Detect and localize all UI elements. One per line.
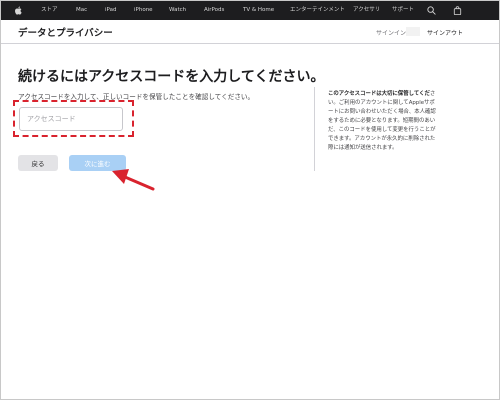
redacted-account-name [406, 27, 420, 36]
info-bold: このアクセスコードは大切に保管してくだ [328, 91, 430, 97]
nav-item-support[interactable]: サポート [392, 1, 414, 20]
sub-header: データとプライバシー サインイン: サインアウト [1, 20, 499, 44]
info-line: い。ご利用のアカウントに関してAppleサポ [328, 100, 435, 106]
access-code-info-panel: このアクセスコードは大切に保管してくださ い。ご利用のアカウントに関してAppl… [328, 90, 488, 153]
red-arrow-annotation [112, 169, 155, 191]
access-code-input[interactable] [19, 107, 123, 131]
next-button[interactable]: 次に進む [69, 155, 126, 171]
page-frame: ストア Mac iPad iPhone Watch AirPods TV & H… [0, 0, 500, 400]
global-nav: ストア Mac iPad iPhone Watch AirPods TV & H… [1, 1, 499, 20]
column-divider [314, 87, 315, 171]
nav-item-iphone[interactable]: iPhone [134, 1, 153, 20]
nav-item-tv-home[interactable]: TV & Home [243, 1, 274, 20]
nav-item-entertainment[interactable]: エンターテインメント [290, 1, 345, 20]
signout-link[interactable]: サインアウト [427, 28, 463, 37]
info-line: 際には通知が送信されます。 [328, 145, 398, 151]
page-section-title: データとプライバシー [18, 28, 113, 39]
info-line: ートにお問い合わせいただく場合、本人確認 [328, 109, 436, 115]
nav-item-mac[interactable]: Mac [76, 1, 87, 20]
info-rest: さ [429, 91, 436, 97]
nav-item-ipad[interactable]: iPad [105, 1, 116, 20]
nav-item-accessories[interactable]: アクセサリ [353, 1, 380, 20]
search-icon[interactable] [426, 5, 437, 16]
page-heading: 続けるにはアクセスコードを入力してください。 [18, 69, 325, 85]
apple-logo-icon[interactable] [13, 5, 24, 16]
info-line: をするために必要となります。短期間のあい [328, 118, 436, 124]
back-button[interactable]: 戻る [18, 155, 58, 171]
info-line: このアクセスコードは大切に保管してくださ [328, 90, 488, 99]
info-line: できます。アカウントが永久的に削除された [328, 136, 436, 142]
nav-item-watch[interactable]: Watch [169, 1, 186, 20]
nav-item-store[interactable]: ストア [41, 1, 58, 20]
bag-icon[interactable] [452, 5, 463, 16]
info-line: だ、このコードを使用して変更を行うことが [328, 127, 436, 133]
signin-label: サインイン: [376, 30, 409, 37]
nav-item-airpods[interactable]: AirPods [204, 1, 224, 20]
